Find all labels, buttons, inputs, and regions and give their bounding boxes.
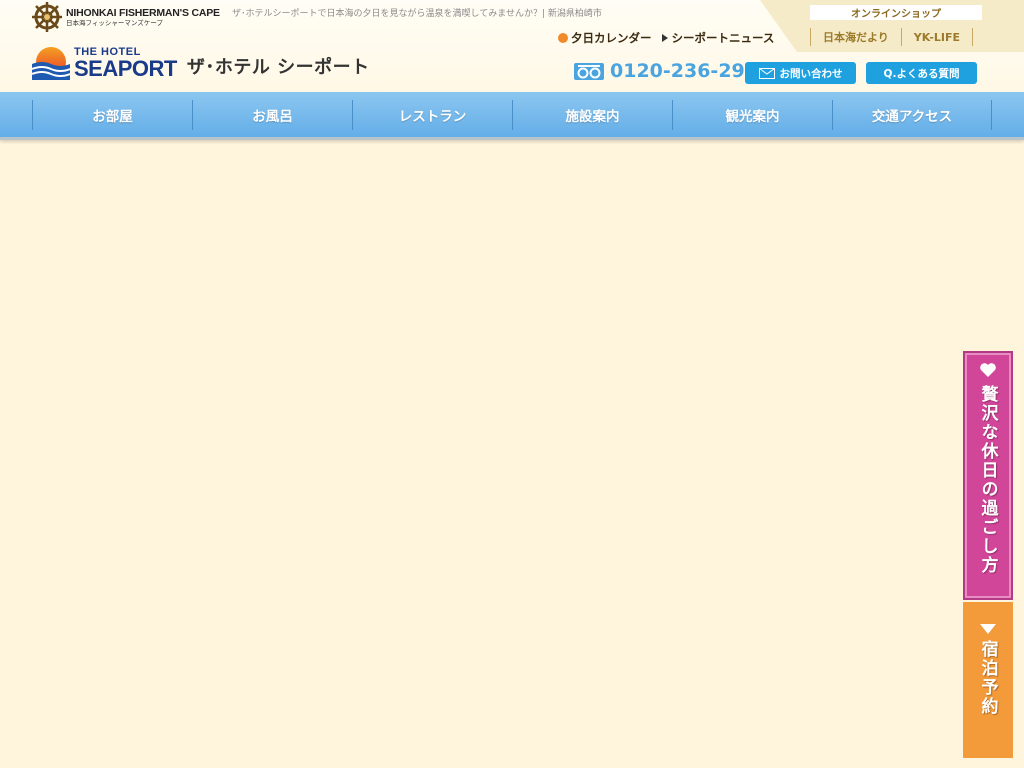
yk-life-link[interactable]: YK-LIFE [900,28,974,46]
seaport-news-link[interactable]: シーポートニュース [672,30,775,46]
triangle-down-icon [980,624,996,634]
nav-item-bath[interactable]: お風呂 [192,100,352,130]
sub-links: 日本海だより YK-LIFE [810,28,974,46]
cape-logo-en: NIHONKAI FISHERMAN'S CAPE [66,6,220,19]
faq-button[interactable]: Q.よくある質問 [866,62,977,84]
heart-icon [980,363,996,377]
nav-item-sightseeing[interactable]: 観光案内 [672,100,832,130]
tagline: ザ･ホテルシーポートで日本海の夕日を見ながら温泉を満喫してみませんか？| 新潟県… [232,9,602,19]
ship-wheel-icon [32,2,62,32]
hotel-logo-name: SEAPORT [74,56,177,81]
sunset-waves-icon [32,47,70,80]
triangle-right-icon [661,34,668,42]
mail-icon [758,67,775,79]
online-shop-link[interactable]: オンラインショップ [810,5,982,20]
nav-item-facilities[interactable]: 施設案内 [512,100,672,130]
nav-item-rooms[interactable]: お部屋 [32,100,192,130]
phone-number[interactable]: 0120-236-294 [574,60,758,82]
booking-tab[interactable]: 宿泊予約 [963,602,1013,758]
booking-tab-label: 宿泊予約 [977,640,998,716]
secondary-links: 夕日カレンダー シーポートニュース [558,30,774,46]
phone-number-text: 0120-236-294 [610,60,758,82]
hotel-logo[interactable]: THE HOTEL SEAPORT ザ･ホテル シーポート [32,46,370,80]
sun-dot-icon [558,33,568,43]
nav-item-access[interactable]: 交通アクセス [832,100,992,130]
contact-button[interactable]: お問い合わせ [745,62,856,84]
main-nav: お部屋 お風呂 レストラン 施設案内 観光案内 交通アクセス [0,92,1024,140]
nihonkai-dayori-link[interactable]: 日本海だより [810,28,901,46]
cape-logo-jp: 日本海フィッシャーマンズケープ [66,19,163,27]
sunset-calendar-link[interactable]: 夕日カレンダー [571,30,652,46]
holiday-tab[interactable]: 贅沢な休日の過ごし方 [963,351,1013,600]
contact-label: お問い合わせ [779,67,843,80]
site-header: NIHONKAI FISHERMAN'S CAPE 日本海フィッシャーマンズケー… [0,0,1024,92]
fishermans-cape-logo[interactable]: NIHONKAI FISHERMAN'S CAPE 日本海フィッシャーマンズケー… [32,2,220,32]
hotel-logo-jp: ザ･ホテル シーポート [186,57,370,78]
free-dial-icon [574,62,604,80]
nav-item-restaurant[interactable]: レストラン [352,100,512,130]
holiday-tab-label: 贅沢な休日の過ごし方 [977,385,998,575]
